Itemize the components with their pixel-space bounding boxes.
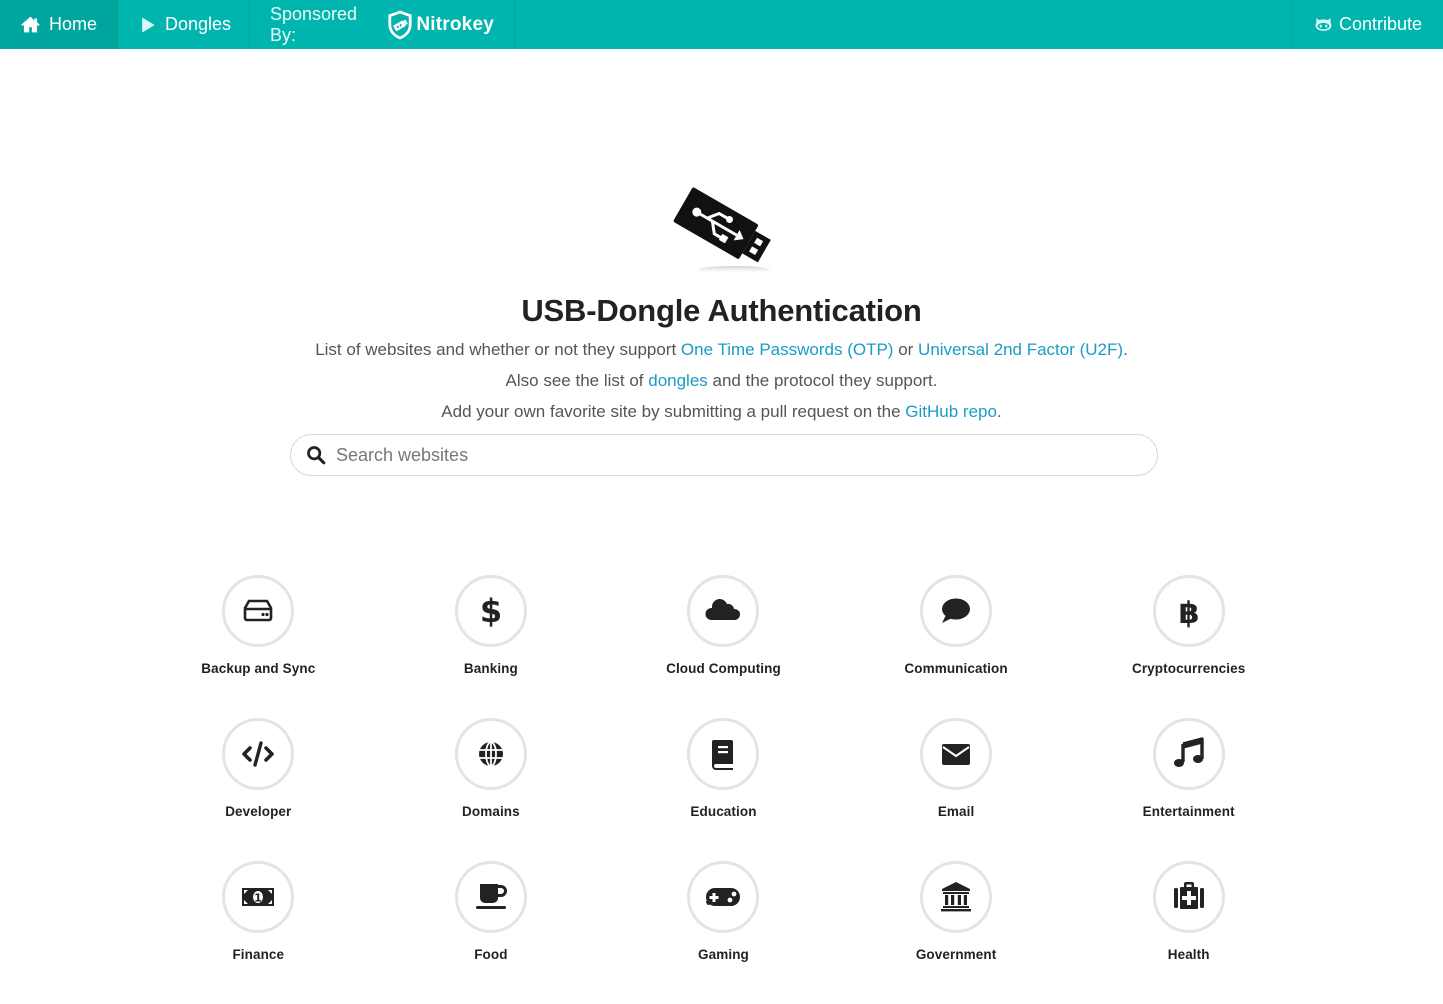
category-item-cryptocurrencies[interactable]: ฿ Cryptocurrencies [1072,575,1305,718]
category-name: Gaming [698,947,749,962]
category-icon-circle [222,575,295,647]
page-title: USB-Dongle Authentication [521,293,922,328]
category-name: Education [690,804,757,819]
nav-dongles-label: Dongles [165,14,232,34]
nav-home-label: Home [48,14,97,34]
category-icon-circle [687,718,760,790]
category-icon-circle [920,575,993,647]
category-icon-circle: ฿ [1152,575,1225,647]
category-item-finance[interactable]: 1 Finance [142,861,375,1004]
category-name: Email [937,804,975,819]
svg-text:1: 1 [254,892,262,905]
bitcoin-icon: ฿ [1166,588,1212,634]
dongles-link[interactable]: dongles [648,371,708,390]
category-icon-circle [222,718,295,790]
search-input[interactable] [336,444,1157,466]
intro-line-1: List of websites and whether or not they… [0,340,1443,360]
github-octocat-icon [1313,14,1333,36]
category-icon-circle [920,718,993,790]
code-icon [235,731,281,777]
category-name: Food [474,947,508,962]
category-item-developer[interactable]: Developer [142,718,375,861]
category-icon-circle: 1 [222,861,295,933]
intro-text: . [996,402,1002,421]
cloud-icon [700,588,746,634]
category-name: Developer [225,804,292,819]
intro-text: List of websites and whether or not they… [315,340,681,359]
category-icon-circle: $ [454,575,527,647]
category-name: Cryptocurrencies [1131,661,1246,676]
category-icon-circle [920,861,993,933]
category-icon-circle [1152,861,1225,933]
nav-contribute-label: Contribute [1339,14,1423,34]
search-box [290,434,1158,476]
category-item-banking[interactable]: $ Banking [375,575,608,718]
globe-icon [468,731,514,777]
category-item-food[interactable]: Food [375,861,608,1004]
category-name: Government [915,947,997,962]
category-icon-circle [454,861,527,933]
dollar-icon: $ [468,588,514,634]
gamepad-icon [700,874,746,920]
category-icon-circle [687,575,760,647]
home-icon [20,14,42,36]
category-item-cloud-computing[interactable]: Cloud Computing [607,575,840,718]
intro-line-3: Add your own favorite site by submitting… [0,402,1443,422]
nav-home[interactable]: Home [0,0,118,49]
category-name: Banking [463,661,518,676]
category-name: Entertainment [1142,804,1235,819]
sponsor-label: Sponsored By: [270,3,358,45]
category-item-government[interactable]: Government [840,861,1073,1004]
u2f-link[interactable]: Universal 2nd Factor (U2F) [918,340,1123,359]
nitrokey-shield-icon [387,10,413,40]
intro-text: Add your own favorite site by submitting… [441,402,906,421]
category-name: Domains [462,804,520,819]
nav-dongles[interactable]: Dongles [118,0,250,49]
intro-text: Also see the list of [505,371,649,390]
otp-link[interactable]: One Time Passwords (OTP) [681,340,894,359]
category-name: Cloud Computing [666,661,781,676]
usb-dongle-icon [668,182,780,276]
category-item-education[interactable]: Education [607,718,840,861]
category-item-entertainment[interactable]: Entertainment [1072,718,1305,861]
category-name: Finance [232,947,285,962]
intro-text: and the protocol they support. [707,371,938,390]
intro-text: . [1123,340,1128,359]
music-icon [1166,731,1212,777]
hard-drive-icon [235,588,281,634]
bank-building-icon [933,874,979,920]
nav-sponsor: Sponsored By: Nitrokey [250,0,515,49]
svg-text:฿: ฿ [1178,596,1199,631]
medkit-icon [1166,874,1212,920]
play-icon [138,14,158,36]
category-item-health[interactable]: Health [1072,861,1305,1004]
nitrokey-sponsor-link[interactable]: Nitrokey [387,10,494,40]
category-icon-circle [687,861,760,933]
github-repo-link[interactable]: GitHub repo [905,402,997,421]
category-item-domains[interactable]: Domains [375,718,608,861]
category-item-email[interactable]: Email [840,718,1073,861]
category-name: Health [1167,947,1210,962]
envelope-icon [933,731,979,777]
category-grid: Backup and Sync $ Banking Cloud Computin… [142,575,1305,1004]
category-icon-circle [454,718,527,790]
top-nav: Home Dongles Sponsored By: Nitrokey Cont… [0,0,1443,49]
category-name: Backup and Sync [201,661,316,676]
search-icon [305,444,327,466]
category-item-communication[interactable]: Communication [840,575,1073,718]
speech-bubble-icon [933,588,979,634]
category-item-backup-and-sync[interactable]: Backup and Sync [142,575,375,718]
nitrokey-brand: Nitrokey [416,13,494,35]
svg-text:$: $ [480,592,502,630]
intro-line-2: Also see the list of dongles and the pro… [0,371,1443,391]
category-name: Communication [904,661,1008,676]
money-bill-icon: 1 [235,874,281,920]
category-icon-circle [1152,718,1225,790]
coffee-cup-icon [468,874,514,920]
book-icon [700,731,746,777]
nav-contribute[interactable]: Contribute [1292,0,1443,49]
intro-text: or [893,340,919,359]
category-item-gaming[interactable]: Gaming [607,861,840,1004]
